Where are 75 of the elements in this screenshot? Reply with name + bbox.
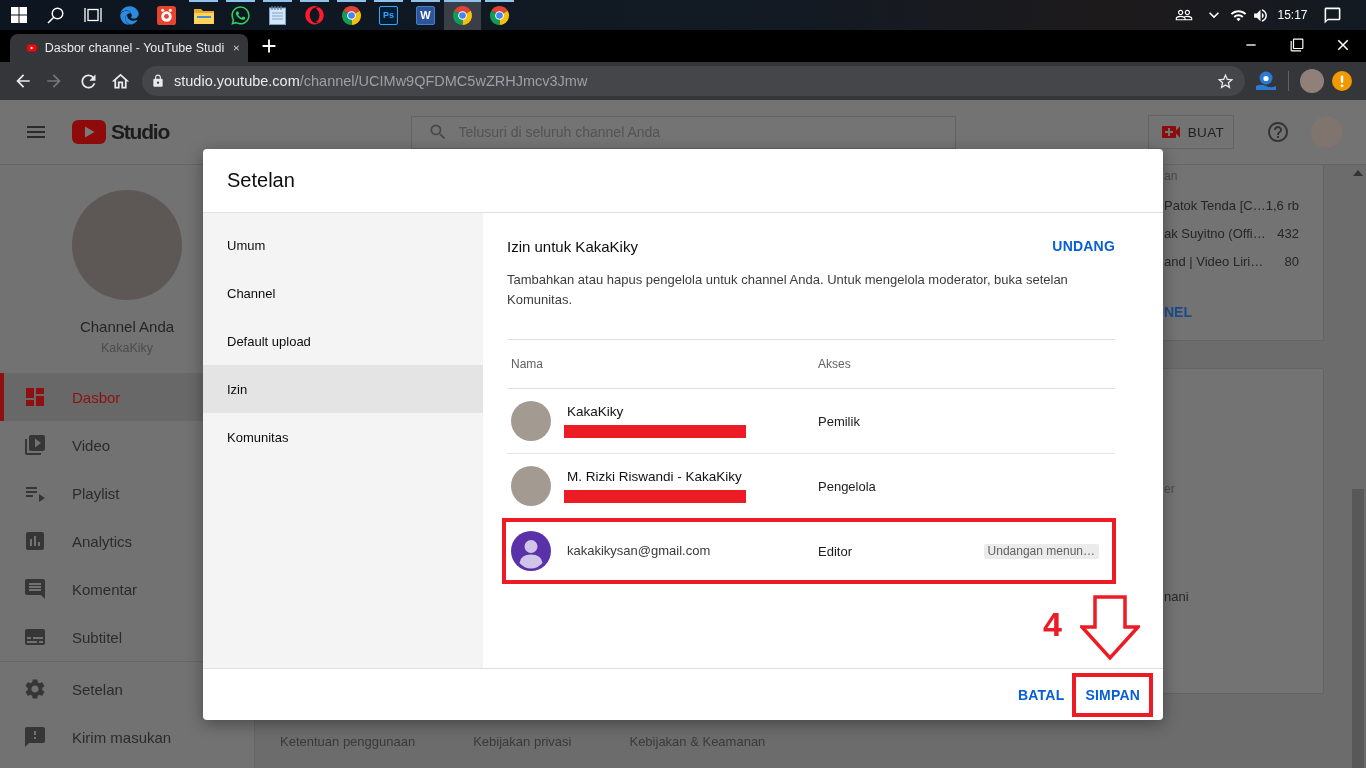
access-role: Pengelola <box>818 478 877 494</box>
view-count: 1,6 rb <box>1265 197 1299 213</box>
video-title: ak Suyitno (Offi… <box>1164 225 1266 241</box>
profile-avatar[interactable] <box>1300 69 1324 93</box>
w-logo: W <box>416 5 435 25</box>
video-title: and | Video Liri… <box>1164 253 1264 269</box>
channel-title: Channel Anda <box>79 317 175 337</box>
step-number: 4 <box>1043 607 1062 641</box>
e-logo-icon <box>120 5 139 25</box>
logo-text[interactable]: Studio <box>111 120 170 144</box>
settings-tab[interactable]: Izin <box>203 365 483 413</box>
speech-bubble-icon[interactable] <box>1322 5 1342 25</box>
section-description: Tambahkan atau hapus pengelola untuk channel Anda. Untuk mengelola moderator, buka setelan Komunitas. <box>507 271 1069 309</box>
down-arrow-icon <box>1080 595 1140 661</box>
settings-tab[interactable]: Channel <box>203 269 483 317</box>
chat-phone-icon <box>230 4 251 26</box>
dialog-title: Setelan <box>227 169 295 192</box>
create-button[interactable]: BUAT <box>1147 115 1234 149</box>
browser-logo-icon <box>453 5 472 25</box>
bookmark-star-icon[interactable] <box>1216 71 1235 91</box>
browser-logo-icon <box>490 5 509 25</box>
card-text: nani <box>1164 589 1190 605</box>
video-library-icon <box>23 433 47 457</box>
scroll-up-arrow-icon[interactable] <box>1353 170 1363 176</box>
video-title: Patok Tenda [C… <box>1164 197 1266 213</box>
bar-chart-icon <box>23 529 47 553</box>
address-bar[interactable]: studio.youtube.com/channel/UCIMw9QFDMC5wZRHJmcv3Jmw <box>142 66 1245 96</box>
folder-icon <box>193 6 214 24</box>
settings-tab[interactable]: Default upload <box>203 317 483 365</box>
member-name: KakaKiky <box>567 404 625 420</box>
comment-icon <box>23 577 47 601</box>
notepad-icon <box>269 5 286 25</box>
sidebar-item[interactable]: Analytics <box>0 517 254 565</box>
sidebar-item[interactable]: Kirim masukan <box>0 713 254 761</box>
status-chip: Undangan menun… <box>983 543 1099 559</box>
invite-button[interactable]: UNDANG <box>1052 235 1115 257</box>
sidebar-item[interactable]: Setelan <box>0 665 254 713</box>
sidebar-item[interactable]: Komentar <box>0 565 254 613</box>
sidebar-item[interactable]: Playlist <box>0 469 254 517</box>
start-icon <box>10 7 27 23</box>
card-link[interactable]: NEL <box>1164 304 1192 320</box>
section-title: Izin untuk KakaKiky <box>507 237 638 255</box>
member-name: M. Rizki Riswandi - KakaKiky <box>567 469 743 485</box>
column-header: Akses <box>818 357 852 371</box>
restore-icon[interactable] <box>1290 38 1304 52</box>
dashboard-icon <box>23 385 47 409</box>
access-role: Editor <box>818 543 853 559</box>
taskbar-app-button[interactable]: Ps <box>370 0 407 30</box>
help-icon[interactable] <box>1266 120 1290 144</box>
url-text: studio.youtube.com/channel/UCIMw9QFDMC5wZRHJmcv3Jmw <box>174 73 588 89</box>
sidebar-item[interactable]: Subtitel <box>0 613 254 661</box>
settings-icon <box>23 677 47 701</box>
member-email: kakakikysan@gmail.com <box>567 543 711 559</box>
browser-logo-icon <box>342 5 361 25</box>
browser-tab[interactable]: Dasbor channel - YouTube Studi <box>10 34 248 62</box>
lock-icon <box>151 74 165 88</box>
save-button[interactable]: SIMPAN <box>1077 677 1148 712</box>
default-avatar-icon <box>511 531 551 571</box>
view-count: 80 <box>1284 253 1299 269</box>
taskbar-app-button[interactable]: W <box>407 0 444 30</box>
task-view-icon <box>83 7 102 23</box>
ps-logo: Ps <box>379 5 398 25</box>
o-logo-icon <box>305 5 324 25</box>
settings-tab[interactable]: Umum <box>203 221 483 269</box>
extension-icon[interactable] <box>1255 71 1277 91</box>
app-icon <box>157 5 176 25</box>
clock[interactable]: 15:17 <box>1273 8 1312 22</box>
view-count: 432 <box>1277 225 1299 241</box>
cancel-button[interactable]: BATAL <box>1010 677 1073 712</box>
column-header: Nama <box>511 357 544 371</box>
taskbar-app-button[interactable] <box>444 0 481 30</box>
feedback-icon <box>23 725 47 749</box>
search-icon <box>47 6 64 24</box>
alert-icon[interactable] <box>1332 71 1352 91</box>
access-role: Pemilik <box>818 413 861 429</box>
